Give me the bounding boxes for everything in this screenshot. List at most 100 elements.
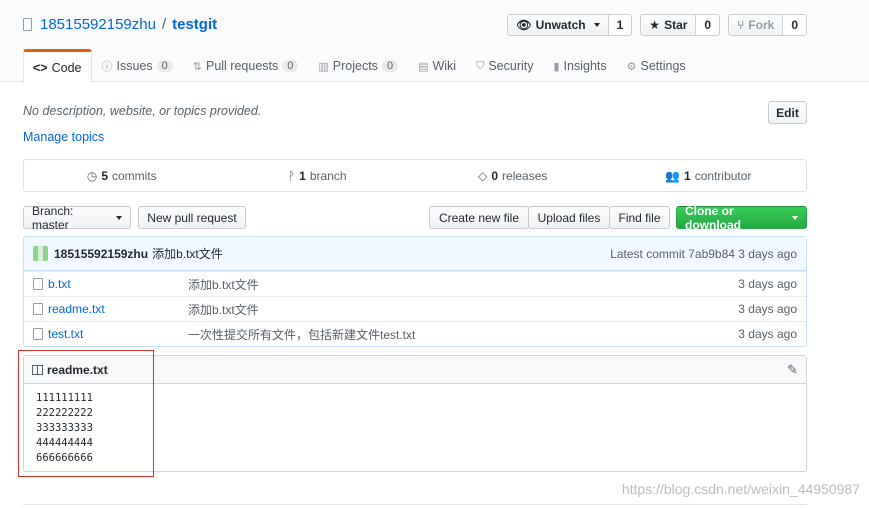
contributors-count: 1 (684, 168, 691, 183)
fork-button[interactable]: ⑂ Fork (729, 15, 783, 35)
star-group: ★ Star 0 (640, 14, 721, 36)
tab-label: Projects (332, 59, 378, 73)
tab-code[interactable]: <> Code (23, 49, 92, 83)
repo-description: No description, website, or topics provi… (23, 104, 262, 118)
contributors-label: contributor (694, 168, 752, 183)
tab-issues[interactable]: ⓘ Issues 0 (92, 49, 183, 82)
commit-age: 3 days ago (738, 246, 797, 261)
tab-settings[interactable]: ⚙ Settings (617, 49, 696, 82)
file-commit-message-link[interactable]: 一次性提交所有文件，包括新建文件test.txt (188, 326, 738, 343)
shield-icon: ⛉ (476, 59, 485, 72)
file-navigation: Branch: master New pull request Create n… (23, 203, 807, 232)
tab-label: Insights (563, 59, 607, 73)
issue-icon: ⓘ (101, 61, 113, 73)
watch-label: Unwatch (535, 18, 586, 32)
tab-count: 0 (381, 60, 399, 72)
new-pull-request-button[interactable]: New pull request (138, 206, 246, 229)
people-icon: 👥 (665, 168, 681, 183)
file-icon (33, 303, 43, 315)
releases-label: releases (502, 168, 548, 183)
table-row: b.txt 添加b.txt文件 3 days ago (24, 271, 806, 296)
releases-link[interactable]: ◇ 0 releases (415, 160, 611, 191)
tab-projects[interactable]: ▥ Projects 0 (308, 49, 408, 82)
gear-icon: ⚙ (626, 60, 637, 73)
branch-select-button[interactable]: Branch: master (23, 203, 131, 232)
tab-label: Issues (116, 59, 153, 73)
chevron-down-icon (116, 215, 122, 220)
book-icon: ▤ (418, 60, 429, 73)
tab-label: Pull requests (205, 59, 279, 73)
branch-count: 1 (299, 168, 306, 183)
commit-author-link[interactable]: 18515592159zhu (54, 247, 148, 261)
branch-select-label: Branch: master (32, 203, 74, 232)
table-row: readme.txt 添加b.txt文件 3 days ago (24, 296, 806, 321)
star-button[interactable]: ★ Star (641, 15, 696, 35)
repo-header: 18515592159zhu / testgit 👁 Unwatch 1 ★ S… (0, 0, 869, 83)
watch-count[interactable]: 1 (607, 15, 632, 35)
tab-count: 0 (156, 60, 173, 72)
file-commit-message-link[interactable]: 添加b.txt文件 (188, 301, 738, 318)
tag-icon: ◇ (478, 168, 488, 183)
file-name-link[interactable]: readme.txt (48, 302, 188, 316)
contributors-link[interactable]: 👥 1 contributor (611, 160, 807, 191)
pull-request-icon: ⇅ (192, 60, 202, 73)
file-age: 3 days ago (738, 302, 797, 316)
latest-commit-info: Latest commit 7ab9b84 3 days ago (610, 247, 797, 261)
tab-pull-requests[interactable]: ⇅ Pull requests 0 (183, 49, 309, 82)
repo-title: 18515592159zhu / testgit (23, 16, 217, 33)
pencil-icon[interactable]: ✎ (787, 362, 798, 378)
tab-label: Security (488, 59, 534, 73)
tab-insights[interactable]: ▮ Insights (543, 49, 616, 82)
latest-commit-bar: 18515592159zhu 添加b.txt文件 Latest commit 7… (24, 237, 806, 271)
file-age: 3 days ago (738, 277, 797, 291)
graph-icon: ▮ (553, 60, 560, 73)
file-name-link[interactable]: test.txt (48, 327, 188, 341)
fork-icon: ⑂ (737, 18, 745, 32)
branch-icon: ᚹ (287, 168, 296, 183)
repo-owner-link[interactable]: 18515592159zhu (40, 16, 156, 33)
tab-security[interactable]: ⛉ Security (466, 49, 543, 82)
repo-separator: / (161, 16, 167, 33)
upload-files-button[interactable]: Upload files (528, 206, 610, 229)
latest-commit-label: Latest commit (610, 246, 685, 261)
watch-group: 👁 Unwatch 1 (507, 14, 633, 36)
find-file-button[interactable]: Find file (609, 206, 670, 229)
clone-or-download-button[interactable]: Clone or download (676, 203, 807, 232)
star-icon: ★ (649, 18, 661, 32)
branch-label: branch (309, 168, 347, 183)
watermark: https://blog.csdn.net/weixin_44950987 (621, 481, 860, 497)
numbers-summary: ◷ 5 commits ᚹ 1 branch ◇ 0 releases 👥 1 … (23, 159, 807, 192)
fork-label: Fork (748, 18, 775, 32)
commits-label: commits (112, 168, 157, 183)
tab-label: Wiki (432, 59, 457, 73)
eye-icon: 👁 (516, 18, 532, 32)
tab-label: Settings (640, 59, 686, 73)
edit-description-button[interactable]: Edit (768, 101, 807, 124)
table-row: test.txt 一次性提交所有文件，包括新建文件test.txt 3 days… (24, 321, 806, 346)
create-new-file-button[interactable]: Create new file (429, 206, 529, 229)
file-name-link[interactable]: b.txt (48, 277, 188, 291)
repo-actions: 👁 Unwatch 1 ★ Star 0 ⑂ Fork 0 (507, 14, 807, 36)
file-commit-message-link[interactable]: 添加b.txt文件 (188, 276, 738, 293)
code-icon: <> (33, 60, 48, 75)
divider (23, 504, 807, 505)
file-icon (33, 278, 43, 290)
watch-button[interactable]: 👁 Unwatch (508, 15, 608, 35)
highlight-annotation-box (18, 350, 154, 477)
star-count[interactable]: 0 (695, 15, 720, 35)
chevron-down-icon (593, 23, 600, 27)
commits-link[interactable]: ◷ 5 commits (24, 160, 220, 191)
manage-topics-link[interactable]: Manage topics (23, 130, 104, 144)
commit-sha-link[interactable]: 7ab9b84 (688, 247, 735, 261)
tab-wiki[interactable]: ▤ Wiki (408, 49, 466, 82)
clone-label: Clone or download (685, 203, 741, 232)
fork-group: ⑂ Fork 0 (728, 14, 807, 36)
avatar[interactable] (33, 246, 48, 261)
fork-count[interactable]: 0 (782, 15, 806, 35)
tab-label: Code (51, 60, 82, 75)
star-label: Star (664, 18, 688, 32)
repo-name-link[interactable]: testgit (172, 16, 217, 33)
file-list: 18515592159zhu 添加b.txt文件 Latest commit 7… (23, 236, 807, 347)
commit-message-link[interactable]: 添加b.txt文件 (152, 245, 223, 262)
branches-link[interactable]: ᚹ 1 branch (220, 160, 416, 191)
